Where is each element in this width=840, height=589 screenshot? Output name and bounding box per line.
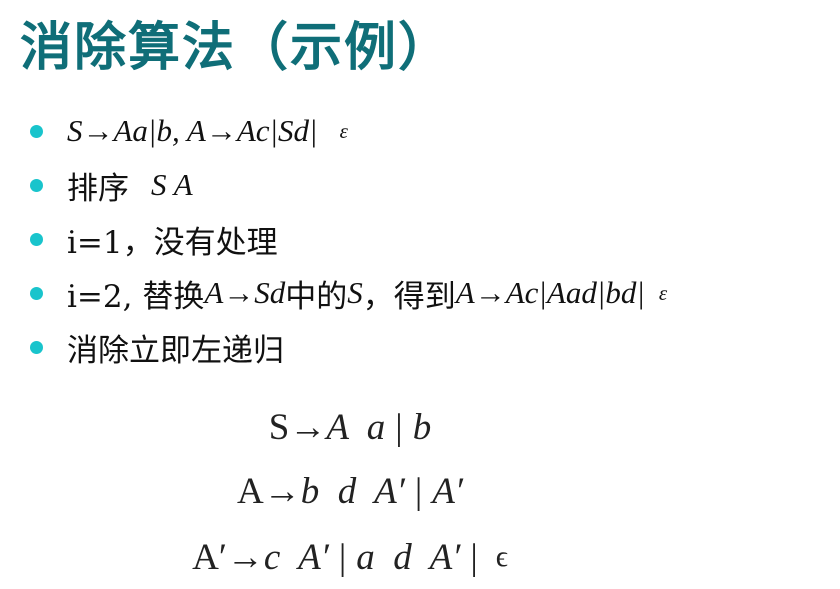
step-2-mid: 中的 xyxy=(285,278,348,315)
rule-a: A→ b d A′ | A′ xyxy=(100,461,600,521)
slide: 消除算法（示例） S→Aa|b, A→Ac|Sd| ε 排序 S A i=1，没… xyxy=(0,0,840,589)
bullet-dot-icon xyxy=(30,286,43,300)
alternative-bar: | xyxy=(395,406,403,448)
rule-s: S→ A a | b xyxy=(100,397,600,457)
rule-a-prime: A′→ c A′ | a d A′ | ϵ xyxy=(100,527,600,587)
rule-body: A a xyxy=(326,406,386,448)
epsilon-symbol: ϵ xyxy=(495,540,508,573)
rule-lhs: A′→ xyxy=(192,536,264,578)
alternative-bar: | xyxy=(414,470,423,512)
bullet-step-2: i=2, 替换 A→Sd 中的 S ，得到 A→Ac|Aad|bd| ε xyxy=(30,266,830,320)
eliminate-text: 消除立即左递归 xyxy=(67,332,284,369)
step-2-prefix: i=2, 替换 xyxy=(67,278,205,315)
alternative-bar: | xyxy=(338,536,347,578)
grammar-text: S→Aa|b, A→Ac|Sd| xyxy=(67,113,318,148)
slide-title: 消除算法（示例） xyxy=(20,18,453,78)
step-2-rest: ，得到 xyxy=(362,278,456,315)
bullet-dot-icon xyxy=(30,340,43,354)
result-grammar-box: S→ A a | b A→ b d A′ | A′ A′→ c A′ | a d A′ | ϵ xyxy=(100,395,600,589)
rule-lhs: A→ xyxy=(237,470,301,512)
rule-alt: b xyxy=(412,406,432,448)
bullet-step-1: i=1，没有处理 xyxy=(30,212,830,266)
rule-body: b d A′ xyxy=(300,470,405,512)
step-2-math-2: S xyxy=(347,275,363,310)
bullet-grammar: S→Aa|b, A→Ac|Sd| ε xyxy=(30,104,830,158)
epsilon-symbol: ε xyxy=(658,280,668,305)
bullet-dot-icon xyxy=(30,178,43,192)
bullet-dot-icon xyxy=(30,232,43,246)
step-2-math-1: A→Sd xyxy=(204,275,286,310)
alternative-bar: | xyxy=(470,536,478,578)
ordering-math: S A xyxy=(151,167,193,202)
step-2-math-3: A→Ac|Aad|bd| xyxy=(455,275,645,310)
ordering-label: 排序 xyxy=(67,170,129,207)
step-1-text: i=1，没有处理 xyxy=(67,224,278,261)
rule-alt: a d A′ xyxy=(356,536,461,578)
epsilon-symbol: ε xyxy=(339,118,348,143)
rule-lhs: S→ xyxy=(268,406,327,448)
bullet-eliminate: 消除立即左递归 xyxy=(30,320,830,374)
rule-alt: A′ xyxy=(432,470,463,512)
rule-body: c A′ xyxy=(263,536,329,578)
bullet-dot-icon xyxy=(30,124,43,138)
bullet-ordering: 排序 S A xyxy=(30,158,830,212)
